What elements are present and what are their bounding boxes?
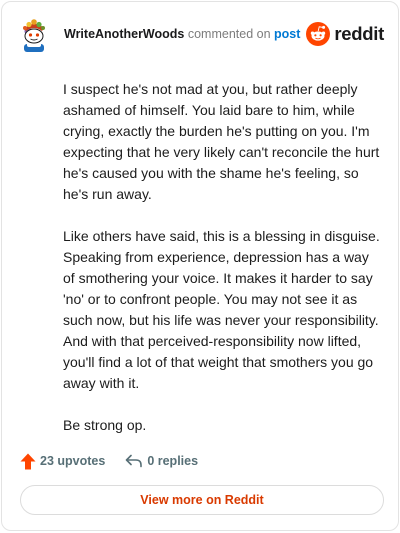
action-text: commented on — [187, 27, 271, 41]
reddit-brand[interactable]: reddit — [306, 22, 384, 46]
post-link[interactable]: post — [274, 27, 300, 41]
reply-button[interactable]: 0 replies — [125, 454, 198, 468]
snoo-avatar-icon[interactable] — [16, 16, 52, 52]
comment-body: I suspect he's not mad at you, but rathe… — [63, 79, 383, 457]
view-more-on-reddit-button[interactable]: View more on Reddit — [20, 485, 384, 515]
reddit-logo-icon — [306, 22, 331, 46]
comment-paragraph: I suspect he's not mad at you, but rathe… — [63, 81, 380, 202]
reddit-wordmark: reddit — [334, 23, 384, 44]
reply-count: 0 replies — [147, 454, 199, 468]
comment-paragraph: Like others have said, this is a blessin… — [63, 228, 380, 391]
comment-meta: WriteAnotherWoods commented on post — [64, 27, 300, 41]
reply-arrow-icon — [126, 454, 143, 468]
comment-header: WriteAnotherWoods commented on post redd… — [16, 16, 384, 52]
upvote-button[interactable]: 23 upvotes — [20, 453, 105, 470]
comment-actions: 23 upvotes 0 replies — [20, 452, 198, 470]
username-link[interactable]: WriteAnotherWoods — [64, 27, 184, 41]
comment-paragraph: Be strong op. — [63, 417, 147, 433]
upvote-arrow-icon — [20, 453, 36, 469]
reddit-comment-embed: WriteAnotherWoods commented on post redd… — [1, 1, 399, 531]
upvote-count: 23 upvotes — [40, 454, 106, 468]
